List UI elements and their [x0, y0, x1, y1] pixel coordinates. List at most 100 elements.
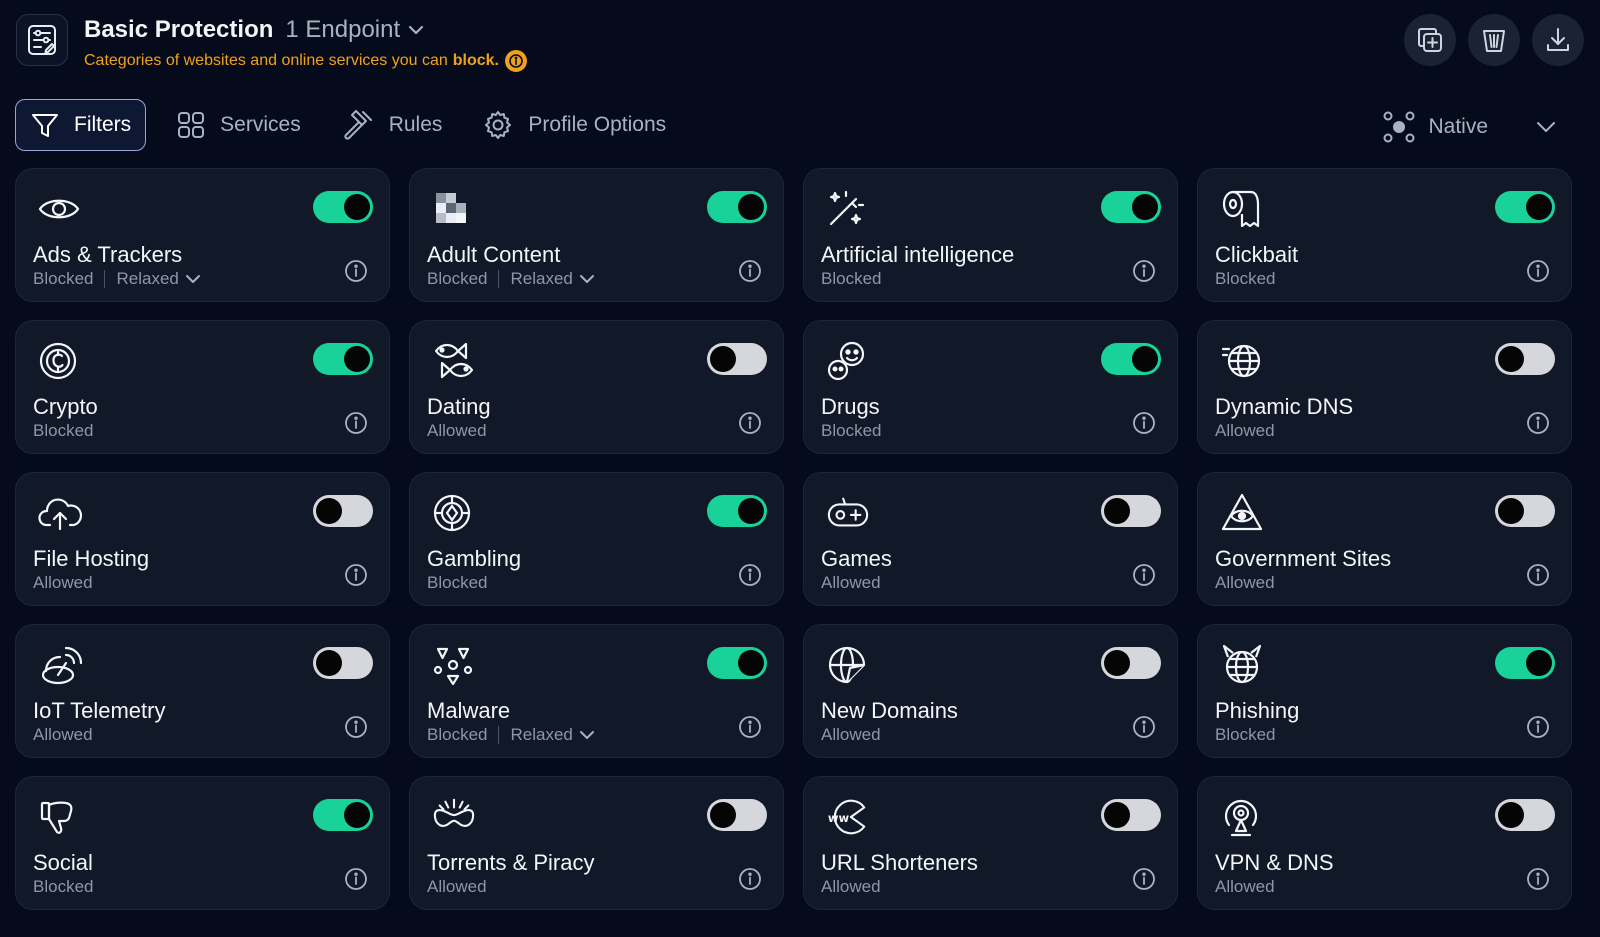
- filter-status: Blocked: [33, 269, 94, 288]
- filter-name: Crypto: [33, 394, 98, 419]
- filter-name: VPN & DNS: [1215, 850, 1334, 875]
- info-icon[interactable]: [1132, 411, 1156, 435]
- info-icon[interactable]: [1526, 259, 1550, 283]
- filter-toggle[interactable]: [1101, 191, 1161, 223]
- info-icon[interactable]: [738, 715, 762, 739]
- mode-select-label: Native: [1428, 115, 1488, 138]
- satellite-dish-icon: [38, 643, 82, 687]
- filter-toggle[interactable]: [1495, 343, 1555, 375]
- filter-toggle[interactable]: [1101, 647, 1161, 679]
- filter-toggle[interactable]: [313, 495, 373, 527]
- filter-toggle[interactable]: [1101, 343, 1161, 375]
- filter-card-torrents-piracy: Torrents & Piracy Allowed: [409, 776, 784, 910]
- info-icon[interactable]: [344, 715, 368, 739]
- chevron-down-icon: [409, 25, 424, 35]
- filter-grid: Ads & Trackers Blocked Relaxed Adult Con…: [15, 168, 1577, 910]
- filter-mode-select[interactable]: Relaxed: [510, 725, 594, 745]
- pyramid-eye-icon: [1220, 491, 1264, 535]
- info-icon[interactable]: [344, 259, 368, 283]
- filter-name: Gambling: [427, 546, 522, 571]
- filter-status: Blocked: [1215, 269, 1276, 288]
- thumbs-down-icon: [38, 795, 82, 839]
- info-icon[interactable]: [1526, 411, 1550, 435]
- endpoint-selector[interactable]: 1 Endpoint: [285, 16, 426, 44]
- chevron-down-icon: [579, 731, 594, 739]
- filter-mode-select[interactable]: Relaxed: [510, 269, 594, 289]
- sliders-edit-icon: [16, 14, 68, 66]
- filter-name: IoT Telemetry: [33, 698, 166, 723]
- filter-card-dynamic-dns: Dynamic DNS Allowed: [1197, 320, 1572, 454]
- pixelated-icon: [432, 187, 476, 231]
- filter-toggle[interactable]: [707, 495, 767, 527]
- filter-card-iot-telemetry: IoT Telemetry Allowed: [15, 624, 390, 758]
- filter-card-government-sites: Government Sites Allowed: [1197, 472, 1572, 606]
- filter-card-vpn-dns: VPN & DNS Allowed: [1197, 776, 1572, 910]
- globe-network-icon: [1220, 339, 1264, 383]
- filter-name: Social: [33, 850, 93, 875]
- chevron-down-icon: [579, 275, 594, 283]
- pills-icon: [826, 339, 870, 383]
- info-icon[interactable]: [738, 411, 762, 435]
- status-divider: [498, 270, 500, 288]
- filter-card-malware: Malware Blocked Relaxed: [409, 624, 784, 758]
- native-nodes-icon: [1383, 111, 1415, 143]
- info-icon[interactable]: [505, 50, 527, 72]
- info-icon[interactable]: [1526, 715, 1550, 739]
- page-header: Basic Protection 1 Endpoint Categories o…: [16, 14, 1584, 78]
- tab-filters[interactable]: Filters: [15, 99, 147, 151]
- filter-card-ads-trackers: Ads & Trackers Blocked Relaxed: [15, 168, 390, 302]
- duplicate-profile-button[interactable]: [1404, 14, 1456, 66]
- filter-mode-label: Relaxed: [510, 725, 573, 744]
- filter-card-social: Social Blocked: [15, 776, 390, 910]
- filter-toggle[interactable]: [1101, 799, 1161, 831]
- filter-toggle[interactable]: [1101, 495, 1161, 527]
- filter-toggle[interactable]: [313, 647, 373, 679]
- filter-toggle[interactable]: [707, 191, 767, 223]
- filter-card-phishing: Phishing Blocked: [1197, 624, 1572, 758]
- info-icon[interactable]: [1132, 867, 1156, 891]
- filter-name: Dating: [427, 394, 491, 419]
- tab-services[interactable]: Services: [176, 99, 301, 151]
- filter-toggle[interactable]: [1495, 191, 1555, 223]
- delete-profile-button[interactable]: [1468, 14, 1520, 66]
- info-icon[interactable]: [1132, 715, 1156, 739]
- filter-toggle[interactable]: [1495, 495, 1555, 527]
- filter-toggle[interactable]: [707, 343, 767, 375]
- info-icon[interactable]: [344, 411, 368, 435]
- filter-mode-select[interactable]: Relaxed: [116, 269, 200, 289]
- info-icon[interactable]: [1526, 867, 1550, 891]
- page-subtitle: Categories of websites and online servic…: [84, 50, 527, 72]
- filter-card-clickbait: Clickbait Blocked: [1197, 168, 1572, 302]
- info-icon[interactable]: [344, 563, 368, 587]
- filter-toggle[interactable]: [1495, 647, 1555, 679]
- info-icon[interactable]: [1132, 259, 1156, 283]
- filter-toggle[interactable]: [707, 799, 767, 831]
- tab-profile-options[interactable]: Profile Options: [482, 99, 666, 151]
- filter-icon: [32, 114, 58, 137]
- filter-toggle[interactable]: [313, 799, 373, 831]
- filter-status: Allowed: [1215, 877, 1275, 896]
- info-icon[interactable]: [738, 867, 762, 891]
- filter-toggle[interactable]: [707, 647, 767, 679]
- filter-toggle[interactable]: [313, 343, 373, 375]
- info-icon[interactable]: [1132, 563, 1156, 587]
- mode-select[interactable]: Native: [1382, 106, 1558, 148]
- info-icon[interactable]: [1526, 563, 1550, 587]
- info-icon[interactable]: [738, 259, 762, 283]
- filter-toggle[interactable]: [313, 191, 373, 223]
- info-icon[interactable]: [344, 867, 368, 891]
- filter-name: Ads & Trackers: [33, 242, 183, 267]
- filter-status: Blocked: [427, 269, 488, 288]
- filter-card-artificial-intelligence: Artificial intelligence Blocked: [803, 168, 1178, 302]
- filter-name: File Hosting: [33, 546, 150, 571]
- filter-toggle[interactable]: [1495, 799, 1555, 831]
- filter-name: Clickbait: [1215, 242, 1299, 267]
- filter-name: Adult Content: [427, 242, 561, 267]
- filter-card-games: Games Allowed: [803, 472, 1178, 606]
- info-icon[interactable]: [738, 563, 762, 587]
- toilet-paper-icon: [1220, 187, 1264, 231]
- download-profile-button[interactable]: [1532, 14, 1584, 66]
- filter-status: Allowed: [427, 877, 487, 896]
- filter-card-drugs: Drugs Blocked: [803, 320, 1178, 454]
- tab-rules[interactable]: Rules: [341, 99, 442, 151]
